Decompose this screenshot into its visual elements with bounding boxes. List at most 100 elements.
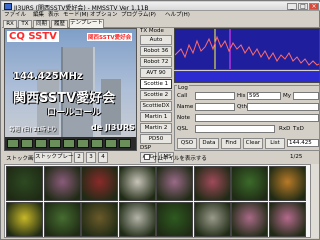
main-window: JI3URS (関西SSTV愛好会) - MMSSTV Ver 1.11B _ … [0,0,320,240]
menu-bar: ファイル 編集 表示 モード(M) オプション プログラム(P) ヘルプ(H) [2,11,320,19]
thumbnail-dark-leaves[interactable] [6,166,43,201]
app-icon [4,3,12,10]
log-legend: Log [177,85,189,91]
page-indicator: 1/25 [290,154,303,160]
filmstrip-thumb [7,139,19,148]
my-label: My [283,93,292,99]
note-label: Note [177,115,191,121]
thumbnail-yellow-flower[interactable] [6,202,43,237]
tab-rx[interactable]: RX [3,20,17,28]
his-field[interactable]: 595 [247,92,281,100]
stock-bar: ストック画像 ストックプレート1 2 3 4 サムネイルを表示する 1/25 [4,152,318,163]
mode-pd50-button[interactable]: PD50 [140,134,172,144]
filmstrip-thumb [21,139,33,148]
mode-scottie1-button[interactable]: Scottie 1 [140,79,172,89]
dsp-label: DSP [140,145,152,151]
mode-avt90-button[interactable]: AVT 90 [140,68,172,78]
tx-mode-panel: TX Mode Auto Robot 36 Robot 72 AVT 90 Sc… [140,28,172,151]
list-button[interactable]: List [265,138,285,149]
tx-image-panel[interactable]: CQ SSTV 関西SSTV愛好会 144.425MHz 関西SSTV愛好会 ロ… [4,28,137,151]
mode-robot36-button[interactable]: Robot 36 [140,46,172,56]
freq-field[interactable]: 144.425 [287,139,319,147]
thumbnail-red-pink-flower[interactable] [193,166,231,201]
stock-tab-2[interactable]: 2 [74,152,84,163]
thumbnail-green-leaves[interactable] [231,166,268,201]
menu-edit[interactable]: 編集 [33,11,44,19]
name-field[interactable] [195,103,235,111]
stock-tab-3[interactable]: 3 [86,152,96,163]
stock-tab-4[interactable]: 4 [98,152,108,163]
menu-view[interactable]: 表示 [48,11,59,19]
close-button[interactable]: × [309,3,319,10]
menu-file[interactable]: ファイル [4,11,26,19]
spectrum-graph [175,29,319,69]
find-button[interactable]: Find [221,138,241,149]
filmstrip-thumb [35,139,47,148]
thumbnail-area [6,166,308,238]
menu-mode[interactable]: モード(M) [63,11,89,19]
title-bar: JI3URS (関西SSTV愛好会) - MMSSTV Ver 1.11B _ … [2,2,320,12]
filmstrip-thumb [119,139,131,148]
cq-label: CQ SSTV [7,31,59,42]
name-label: Name [177,104,194,110]
thumbnail-checkbox[interactable] [144,154,150,160]
qsl-field[interactable] [195,125,275,133]
his-label: His [237,93,246,99]
filmstrip-thumb [77,139,89,148]
thumbnail-pink-flower[interactable] [43,166,81,201]
thumbnail-orange-flower[interactable] [268,166,306,201]
thumbnail-scrollbar[interactable] [310,164,319,238]
rxd-label: RxD [279,126,291,132]
tab-history[interactable]: 履歴 [51,20,68,28]
menu-program[interactable]: プログラム(P) [121,11,156,19]
club-badge: 関西SSTV愛好会 [87,33,133,41]
maximize-button[interactable]: □ [298,3,308,10]
qso-button[interactable]: QSO [177,138,197,149]
thumbnail-pink-daisy[interactable] [268,202,306,237]
club-name: 関西SSTV愛好会 [13,91,116,106]
mode-scottiedx-button[interactable]: ScottieDX [140,101,172,111]
data-button[interactable]: Data [199,138,219,149]
mode-scottie2-button[interactable]: Scottie 2 [140,90,172,100]
spectrum-display [174,28,320,70]
stock-tab-1[interactable]: ストックプレート1 [34,152,83,163]
thumbnail-red-flower[interactable] [81,166,118,201]
call-field[interactable] [195,92,235,100]
clear-button[interactable]: Clear [243,138,263,149]
thumbnail-pink-bloom[interactable] [156,166,193,201]
thumbnail-pink-flowers[interactable] [231,202,268,237]
filmstrip-thumb [91,139,103,148]
callsign-text: de JI3URS [91,123,135,132]
waterfall-display [174,71,320,83]
minimize-button[interactable]: _ [287,3,297,10]
frequency-text: 144.425MHz [13,71,83,82]
tab-sync[interactable]: 同期 [33,20,50,28]
tx-mode-label: TX Mode [140,28,164,34]
mode-auto-button[interactable]: Auto [140,35,172,45]
thumbnail-check-label: サムネイルを表示する [152,156,207,162]
qth-field[interactable] [247,103,319,111]
mode-martin1-button[interactable]: Martin 1 [140,112,172,122]
tab-template[interactable]: テンプレート [69,19,104,28]
main-tabs: RX TX 同期 履歴 テンプレート [2,19,320,28]
qth-label: Qth [237,104,247,110]
log-panel: Log Call His 595 My Name Qth Note QSL Rx… [174,85,320,151]
thumbnail-green-foliage[interactable] [156,202,193,237]
call-label: Call [177,93,188,99]
menu-help[interactable]: ヘルプ(H) [165,11,190,19]
thumbnail-bird-flower[interactable] [81,202,118,237]
mode-martin2-button[interactable]: Martin 2 [140,123,172,133]
tab-tx[interactable]: TX [18,20,32,28]
thumbnail-leaf-bush[interactable] [43,202,81,237]
rollcall-text: ロールコール [47,108,101,118]
qsl-label: QSL [177,126,188,132]
filmstrip-thumb [105,139,117,148]
schedule-text: 毎週 (日) 21時より [9,127,57,133]
note-field[interactable] [195,114,319,122]
mode-robot72-button[interactable]: Robot 72 [140,57,172,67]
thumbnail-white-flower[interactable] [193,202,231,237]
thumbnail-small-blossoms[interactable] [118,202,156,237]
menu-options[interactable]: オプション [90,11,118,19]
thumbnail-white-blossoms[interactable] [118,166,156,201]
my-field[interactable] [293,92,319,100]
